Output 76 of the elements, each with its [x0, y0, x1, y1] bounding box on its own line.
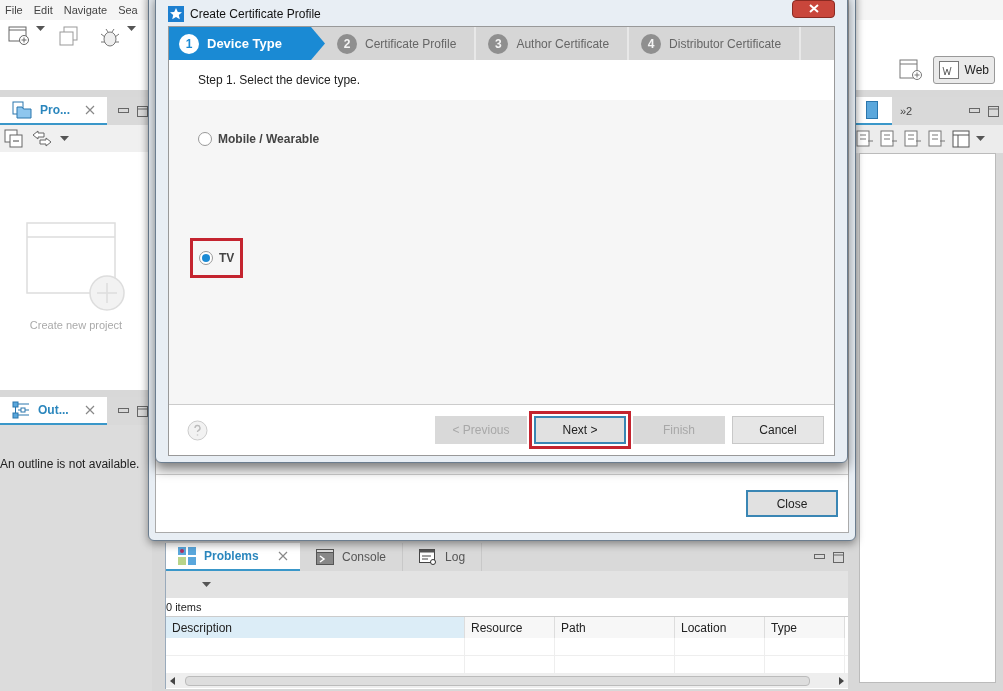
step-number: 2: [337, 33, 357, 54]
maximize-icon[interactable]: [137, 405, 148, 417]
step-number: 4: [641, 33, 662, 54]
step-label: Certificate Profile: [365, 35, 457, 53]
dialog-button[interactable]: Close: [746, 490, 838, 517]
w-page-icon: [938, 61, 959, 79]
page-icon: [866, 101, 878, 119]
link-arrows-icon[interactable]: [32, 129, 52, 148]
column-header[interactable]: Resource: [465, 617, 555, 638]
step-instruction: Step 1. Select the device type.: [198, 72, 361, 89]
minimize-icon[interactable]: [969, 108, 980, 114]
view-tab[interactable]: Pro...: [0, 97, 107, 125]
tab-label: Console: [342, 549, 387, 566]
view-tab[interactable]: Out...: [0, 397, 107, 425]
minimize-icon[interactable]: [118, 408, 129, 414]
caret-icon[interactable]: [976, 136, 985, 142]
step-label: Author Certificate: [516, 35, 610, 53]
perspective-button[interactable]: Web: [932, 56, 995, 84]
maximize-icon[interactable]: [833, 551, 844, 563]
view-menu-icon[interactable]: [202, 581, 211, 588]
minimize-icon[interactable]: [118, 108, 129, 114]
view-menu-icon[interactable]: [60, 135, 69, 142]
close-icon[interactable]: [85, 405, 95, 415]
folders-icon: [12, 101, 32, 119]
step-number: 1: [179, 33, 199, 54]
scroll-right-icon[interactable]: [839, 677, 844, 685]
menu-item[interactable]: Edit: [33, 1, 53, 19]
menu-item[interactable]: Navigate: [63, 1, 108, 19]
tab-label: Problems: [204, 548, 259, 565]
tab-label: Out...: [38, 402, 69, 419]
outline-message: An outline is not available.: [0, 456, 141, 473]
item-count: 0 items: [166, 600, 203, 615]
terminal-icon: [316, 549, 334, 565]
layout-icon[interactable]: [952, 130, 970, 148]
wizard-button[interactable]: Next >: [534, 416, 626, 444]
radio-button[interactable]: [198, 132, 212, 146]
step-label: Distributor Certificate: [669, 35, 782, 53]
menu-item[interactable]: File: [5, 1, 23, 19]
outline-icon: [12, 401, 30, 419]
column-header[interactable]: Location: [675, 617, 765, 638]
column-header[interactable]: Path: [555, 617, 675, 638]
radio-option[interactable]: Mobile / Wearable: [198, 130, 834, 148]
column-header[interactable]: Description: [166, 617, 465, 638]
caret-icon[interactable]: [127, 26, 136, 32]
tab-label: Log: [445, 549, 466, 566]
caret-icon[interactable]: [36, 26, 45, 32]
radio-option[interactable]: TV: [199, 249, 235, 267]
dialog-title: Create Certificate Profile: [190, 5, 321, 23]
maximize-icon[interactable]: [988, 105, 999, 117]
view-tab[interactable]: Problems: [166, 543, 300, 571]
scroll-thumb[interactable]: [185, 676, 810, 686]
menu-item[interactable]: Sea: [118, 1, 138, 19]
column-header[interactable]: Type: [765, 617, 845, 638]
close-icon[interactable]: [278, 551, 288, 561]
overflow-tabs[interactable]: »2: [892, 97, 921, 125]
new-window-icon[interactable]: [8, 26, 30, 46]
horizontal-scrollbar[interactable]: [166, 674, 848, 688]
log-icon: [419, 549, 438, 565]
minimize-icon[interactable]: [814, 554, 825, 560]
close-button[interactable]: [792, 0, 835, 18]
star-logo-icon: [168, 5, 184, 22]
scroll-left-icon[interactable]: [170, 677, 175, 685]
collapse-all-icon[interactable]: [4, 128, 24, 149]
save-all-icon[interactable]: [59, 26, 79, 46]
maximize-icon[interactable]: [137, 105, 148, 117]
radio-button[interactable]: [199, 251, 213, 265]
wizard-button[interactable]: Cancel: [732, 416, 824, 444]
step-number: 3: [488, 33, 509, 54]
grid-icon: [178, 547, 196, 565]
step-label: Device Type: [207, 34, 282, 53]
empty-hint: Create new project: [29, 318, 123, 333]
tab-label: Pro...: [40, 102, 70, 119]
close-icon[interactable]: [85, 105, 95, 115]
bug-icon[interactable]: [99, 26, 121, 48]
new-window-icon[interactable]: [898, 59, 923, 81]
close-icon: [808, 4, 819, 13]
